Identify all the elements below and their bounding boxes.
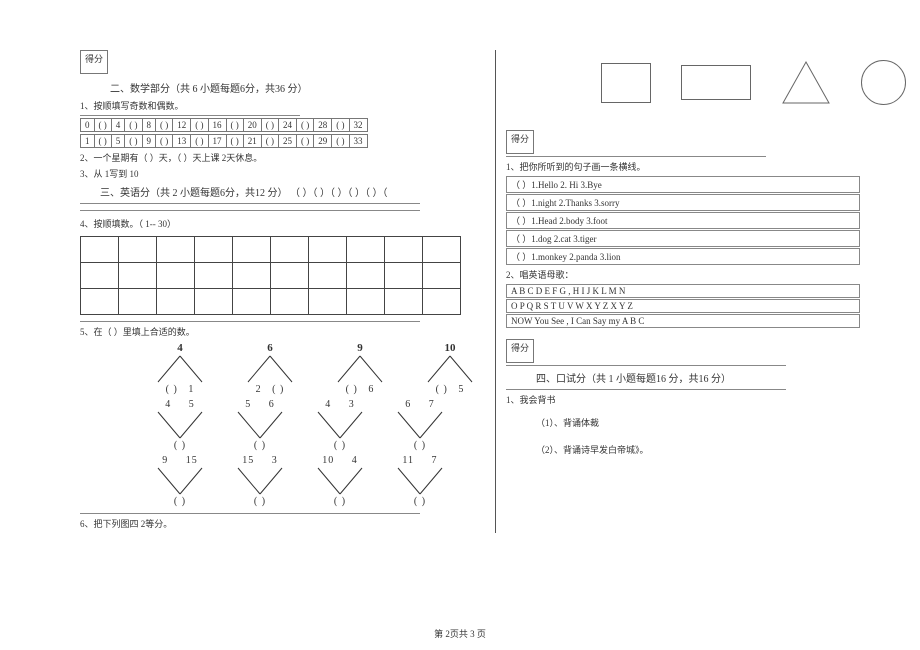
q2-text: 2、一个星期有（ ）天，（ ）天上课 2天休息。 bbox=[80, 151, 480, 164]
shape-square bbox=[601, 63, 651, 103]
underline bbox=[506, 389, 786, 390]
score-box-english: 得分 bbox=[506, 130, 534, 154]
oral-i1: （1）、背诵体裁 bbox=[536, 416, 860, 429]
underline bbox=[80, 321, 420, 322]
underline bbox=[80, 210, 420, 211]
eng-q2: 2、唱英语母歌： bbox=[506, 268, 860, 281]
right-column: 得分 1、把你所听到的句子画一条横线。 （ ）1.Hello 2. Hi 3.B… bbox=[496, 50, 860, 533]
math-section-title: 二、数学部分（共 6 小题每题6分，共36 分） bbox=[110, 80, 480, 95]
oral-i2: （2）、背诵诗早发白帝城》。 bbox=[536, 443, 860, 456]
q1-text: 1、按顺填写奇数和偶数。 bbox=[80, 99, 480, 112]
shape-circle bbox=[861, 60, 906, 105]
page-footer: 第 2页共 3 页 bbox=[0, 627, 920, 640]
underline bbox=[80, 203, 420, 204]
shapes-row bbox=[601, 60, 906, 105]
tree-row-mid: 4 5( )5 6( )4 3( )6 7( ) bbox=[150, 399, 480, 451]
underline bbox=[80, 115, 300, 116]
q4-text: 4、按顺填数。（ 1-- 30） bbox=[80, 217, 480, 230]
score-box-oral: 得分 bbox=[506, 339, 534, 363]
eng-q1: 1、把你所听到的句子画一条横线。 bbox=[506, 160, 860, 173]
tree-row-top: 4( ) 162 ( )9( ) 610( ) 5 bbox=[150, 342, 480, 395]
shape-triangle bbox=[781, 60, 831, 105]
q5-text: 5、在（ ）里填上合适的数。 bbox=[80, 325, 480, 338]
fill-grid bbox=[80, 236, 461, 315]
underline bbox=[80, 513, 420, 514]
left-column: 得分 二、数学部分（共 6 小题每题6分，共36 分） 1、按顺填写奇数和偶数。… bbox=[80, 50, 496, 533]
tree-row-bot: 9 15( )15 3( )10 4( )11 7( ) bbox=[150, 455, 480, 507]
odd-row-table: 1( )5( )9( )13( )17( )21( )25( )29( )33 bbox=[80, 134, 368, 148]
underline bbox=[506, 156, 766, 157]
q6-text: 6、把下列图四 2等分。 bbox=[80, 517, 480, 530]
english-options: （ ）1.Hello 2. Hi 3.Bye（ ）1.night 2.Thank… bbox=[506, 176, 860, 265]
oral-q1: 1、我会背书 bbox=[506, 393, 860, 406]
oral-section-title: 四、口试分（共 1 小题每题16 分，共16 分） bbox=[536, 370, 860, 385]
underline bbox=[506, 365, 786, 366]
even-row-table: 0( )4( )8( )12( )16( )20( )24( )28( )32 bbox=[80, 118, 368, 132]
alphabet-song: A B C D E F G , H I J K L M NO P Q R S T… bbox=[506, 284, 860, 328]
shape-rectangle bbox=[681, 65, 751, 100]
score-box-math: 得分 bbox=[80, 50, 108, 74]
english-section-title: 三、英语分（共 2 小题每题6分，共12 分） （ ）（ ）（ ）（ ）（ ）（ bbox=[100, 184, 480, 199]
q3-text: 3、从 1写到 10 bbox=[80, 167, 480, 180]
